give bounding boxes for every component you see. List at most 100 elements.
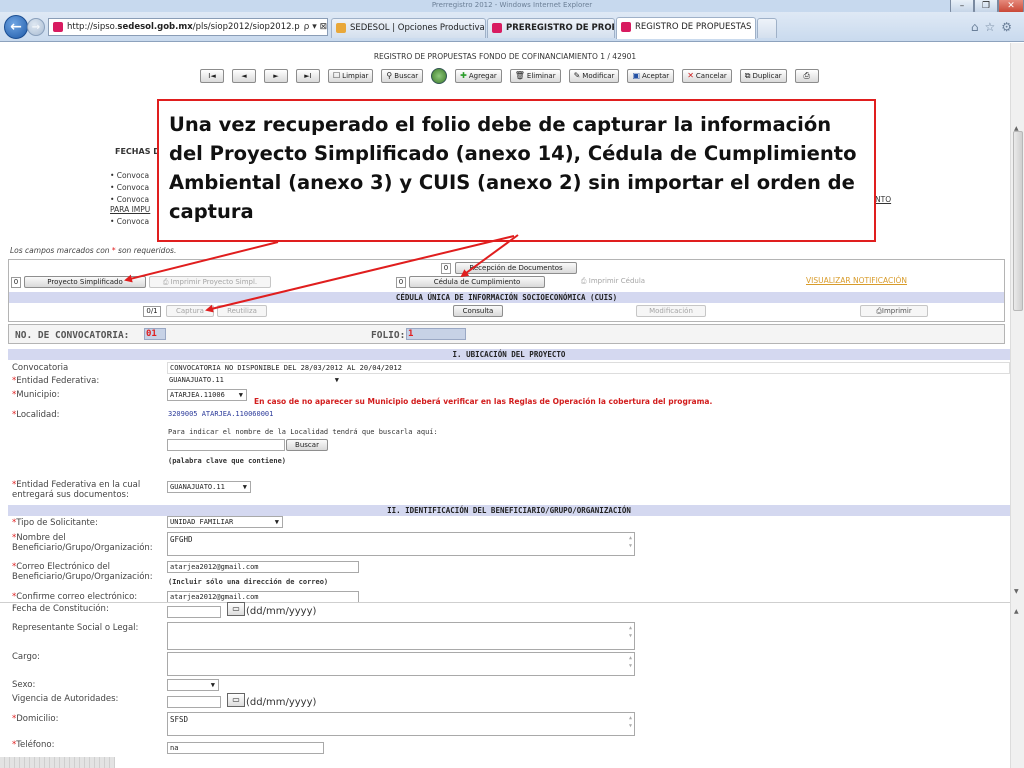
eliminar-button[interactable]: 🗑 Eliminar bbox=[509, 69, 561, 83]
agregar-button[interactable]: ✚ Agregar bbox=[455, 69, 502, 83]
cancelar-button[interactable]: ✕ Cancelar bbox=[682, 69, 732, 83]
imprimir-proyecto-button[interactable]: ⎙ Imprimir Proyecto Simpl. bbox=[149, 276, 271, 288]
limpiar-label: Limpiar bbox=[342, 72, 369, 80]
consulta-button[interactable]: Consulta bbox=[453, 305, 503, 317]
last-record-button[interactable]: ►I bbox=[296, 69, 320, 83]
duplicar-button[interactable]: ⧉ Duplicar bbox=[739, 69, 787, 83]
reutiliza-button[interactable]: Reutiliza bbox=[217, 305, 267, 317]
tab-registro-active[interactable]: REGISTRO DE PROPUESTAS ... × bbox=[616, 17, 756, 39]
nombre-textarea[interactable]: GFGHD ▲ ▼ bbox=[167, 532, 635, 556]
para-impulso-link[interactable]: PARA IMPU bbox=[110, 205, 150, 214]
modificar-button[interactable]: ✎ Modificar bbox=[568, 69, 620, 83]
localidad-search-input[interactable] bbox=[167, 439, 285, 451]
sexo-label: Sexo: bbox=[12, 680, 36, 690]
x-icon: ✕ bbox=[687, 71, 694, 80]
required-note-post: son requeridos. bbox=[115, 246, 177, 255]
cuis-count: 0/1 bbox=[143, 306, 161, 317]
back-arrow-icon[interactable]: ← bbox=[4, 15, 28, 39]
tab-sedesol[interactable]: SEDESOL | Opciones Productivas bbox=[331, 18, 486, 38]
forward-arrow-icon[interactable]: → bbox=[27, 18, 45, 36]
representante-textarea[interactable]: ▲ ▼ bbox=[167, 622, 635, 650]
form-header: NO. DE CONVOCATORIA: 01 FOLIO: 1 bbox=[8, 324, 1005, 344]
entidad-label-text: Entidad Federativa: bbox=[16, 376, 100, 386]
prev-record-button[interactable]: ◄ bbox=[232, 69, 256, 83]
tab-preregistro[interactable]: PREREGISTRO DE PROPUESTA... bbox=[487, 18, 615, 38]
recepcion-count: 0 bbox=[441, 263, 451, 274]
domicilio-label-text: Domicilio: bbox=[16, 714, 59, 724]
scroll-arrows-icon: ▲ ▼ bbox=[628, 655, 632, 669]
correo-input[interactable]: atarjea2012@gmail.com bbox=[167, 561, 359, 573]
folio-field[interactable]: 1 bbox=[406, 328, 466, 340]
page-title: REGISTRO DE PROPUESTAS FONDO DE COFINANC… bbox=[373, 52, 637, 61]
cargo-textarea[interactable]: ▲ ▼ bbox=[167, 652, 635, 676]
new-tab-button[interactable] bbox=[757, 18, 777, 38]
municipio-value: ATARJEA.11006 bbox=[170, 391, 225, 399]
telefono-label-text: Teléfono: bbox=[16, 740, 55, 750]
print-button[interactable]: ⎙ bbox=[794, 69, 819, 83]
printer-icon: ⎙ bbox=[580, 277, 589, 285]
telefono-input[interactable]: na bbox=[167, 742, 324, 754]
domicilio-textarea[interactable]: SFSD ▲ ▼ bbox=[167, 712, 635, 736]
address-path: /pls/siop2012/siop2012.p bbox=[192, 22, 300, 32]
visualizar-notificacion-link[interactable]: VISUALIZAR NOTIFICACIÓN bbox=[806, 276, 907, 285]
cuis-section-header: CÉDULA ÚNICA DE INFORMACIÓN SOCIOECONÓMI… bbox=[9, 292, 1004, 303]
trash-icon: 🗑 bbox=[514, 71, 525, 80]
vigencia-input[interactable] bbox=[167, 696, 221, 708]
sexo-select[interactable]: ▼ bbox=[167, 679, 219, 691]
web-page: REGISTRO DE PROPUESTAS FONDO DE COFINANC… bbox=[0, 43, 1010, 768]
aceptar-button[interactable]: ▣ Aceptar bbox=[627, 69, 675, 83]
address-bar[interactable]: http://sipso. sedesol.gob.mx/pls/siop2012… bbox=[48, 18, 328, 36]
calendar-icon[interactable]: ▭ bbox=[227, 693, 245, 707]
address-controls[interactable]: ρ ▾ ⊠ ↻ ✕ bbox=[299, 22, 327, 32]
tab-favicon-icon bbox=[336, 23, 346, 33]
recepcion-documentos-button[interactable]: Recepción de Documentos bbox=[455, 262, 577, 274]
next-record-button[interactable]: ► bbox=[264, 69, 288, 83]
municipio-select[interactable]: ATARJEA.11006 ▼ bbox=[167, 389, 247, 401]
localidad-buscar-button[interactable]: Buscar bbox=[286, 439, 328, 451]
modificacion-button[interactable]: Modificación bbox=[636, 305, 706, 317]
plus-icon: ✚ bbox=[460, 71, 467, 80]
required-note-pre: Los campos marcados con bbox=[10, 246, 112, 255]
chevron-down-icon: ▼ bbox=[210, 681, 215, 689]
chevron-down-icon: ▼ bbox=[334, 376, 339, 384]
entidad-docs-value: GUANAJUATO.11 bbox=[170, 483, 225, 491]
tipo-solicitante-select[interactable]: UNIDAD FAMILIAR ▼ bbox=[167, 516, 283, 528]
entidad-docs-label-1: Entidad Federativa en la cual bbox=[16, 480, 141, 490]
imprimir-cedula-label: Imprimir Cédula bbox=[588, 277, 646, 285]
imprimir-cedula-button[interactable]: ⎙ Imprimir Cédula bbox=[559, 276, 667, 288]
entidad-select[interactable]: GUANAJUATO.11 ▼ bbox=[167, 375, 342, 387]
confirme-label-text: Confirme correo electrónico: bbox=[16, 592, 138, 602]
confirme-correo-label: *Confirme correo electrónico: bbox=[12, 592, 138, 602]
localidad-label-text: Localidad: bbox=[16, 410, 60, 420]
scroll-down-icon[interactable]: ▼ bbox=[1014, 588, 1019, 595]
correo-note: (Incluir sólo una dirección de correo) bbox=[168, 578, 329, 586]
scrollbar-thumb[interactable] bbox=[1013, 131, 1023, 311]
page-scrollbar[interactable]: ▲ ▼ ▲ bbox=[1010, 43, 1024, 768]
captura-button[interactable]: Captura bbox=[166, 305, 214, 317]
status-strip bbox=[0, 757, 115, 768]
first-record-button[interactable]: I◄ bbox=[200, 69, 224, 83]
entidad-docs-label-2: entregará sus documentos: bbox=[12, 490, 129, 500]
environment-icon[interactable] bbox=[431, 68, 448, 84]
cancelar-label: Cancelar bbox=[695, 72, 727, 80]
scroll-up-icon[interactable]: ▲ bbox=[1014, 608, 1019, 615]
record-toolbar: I◄ ◄ ► ►I ☐ Limpiar ⚲ Buscar ✚ Agregar 🗑 Eli… bbox=[200, 67, 819, 85]
calendar-icon[interactable]: ▭ bbox=[227, 602, 245, 616]
convocatoria-number-field[interactable]: 01 bbox=[144, 328, 166, 340]
buscar-button[interactable]: ⚲ Buscar bbox=[381, 69, 424, 83]
proyecto-simplificado-button[interactable]: Proyecto Simplificado bbox=[24, 276, 146, 288]
tab-favicon-icon bbox=[492, 23, 502, 33]
nombre-label-1: Nombre del bbox=[16, 533, 66, 543]
documento-link[interactable]: NTO bbox=[875, 195, 891, 204]
entidad-docs-select[interactable]: GUANAJUATO.11 ▼ bbox=[167, 481, 251, 493]
edit-icon: ✎ bbox=[573, 71, 581, 80]
nombre-value: GFGHD bbox=[170, 535, 193, 544]
cedula-cumplimiento-button[interactable]: Cédula de Cumplimiento bbox=[409, 276, 545, 288]
convocatoria-bullet: • Convoca bbox=[110, 217, 150, 226]
limpiar-button[interactable]: ☐ Limpiar bbox=[328, 69, 374, 83]
fecha-constitucion-input[interactable] bbox=[167, 606, 221, 618]
frame-divider bbox=[0, 602, 1010, 603]
fechas-heading: FECHAS D bbox=[115, 147, 160, 156]
imprimir-cuis-button[interactable]: ⎙Imprimir bbox=[860, 305, 928, 317]
home-favorites-tools-icons[interactable]: ⌂☆⚙ bbox=[971, 20, 1018, 34]
